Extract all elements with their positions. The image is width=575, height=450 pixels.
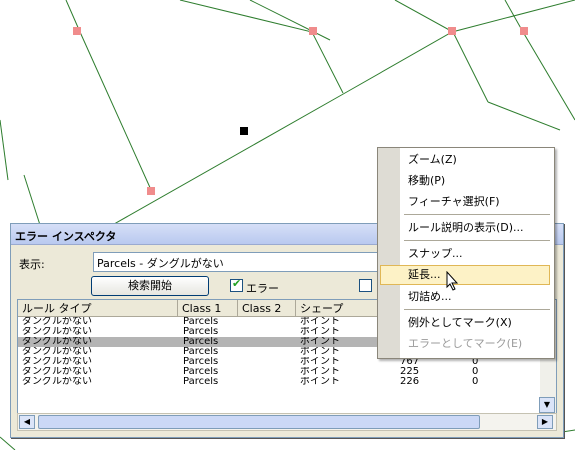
cell-rule: ダングルがない <box>22 317 92 327</box>
cell-class1: Parcels <box>183 317 219 327</box>
search-start-button[interactable]: 検索開始 <box>91 276 209 296</box>
scroll-thumb[interactable] <box>38 415 480 429</box>
cell-value: 0 <box>472 377 479 387</box>
show-dropdown-value: Parcels - ダングルがない <box>97 257 224 270</box>
menu-item-move[interactable]: 移動(P) <box>408 172 445 190</box>
menu-item-zoom[interactable]: ズーム(Z) <box>408 151 457 169</box>
cell-shape: ポイント <box>300 357 340 367</box>
cell-class1: Parcels <box>183 357 219 367</box>
cell-class1: Parcels <box>183 377 219 387</box>
menu-item-extend[interactable]: 延長... <box>408 266 441 284</box>
cell-rule: ダングルがない <box>22 347 92 357</box>
menu-separator <box>404 214 550 215</box>
cell-rule: ダングルがない <box>22 357 92 367</box>
mouse-pointer-icon <box>446 271 459 291</box>
menu-item-rule-description[interactable]: ルール説明の表示(D)... <box>408 219 524 237</box>
errors-checkbox[interactable]: ✔ <box>230 277 243 292</box>
check-mark-icon: ✔ <box>232 277 242 290</box>
cell-id: 225 <box>400 367 420 377</box>
cell-shape: ポイント <box>300 337 340 347</box>
menu-item-snap[interactable]: スナップ... <box>408 245 463 263</box>
exceptions-checkbox[interactable] <box>359 279 372 292</box>
dangle-point[interactable] <box>309 27 317 35</box>
dangle-point[interactable] <box>520 27 528 35</box>
table-row[interactable]: ダングルがない Parcels ポイント 226 0 <box>18 377 540 387</box>
cell-shape: ポイント <box>300 347 340 357</box>
column-header-class1[interactable]: Class 1 <box>178 300 238 317</box>
cell-shape: ポイント <box>300 327 340 337</box>
errors-checkbox-label: エラー <box>246 282 279 295</box>
cell-rule: ダングルがない <box>22 367 92 377</box>
horizontal-scrollbar[interactable]: ◀ ▶ <box>17 413 557 431</box>
scroll-left-button[interactable]: ◀ <box>19 415 35 429</box>
cell-shape: ポイント <box>300 317 340 327</box>
menu-item-highlight <box>380 265 550 285</box>
menu-item-mark-exception[interactable]: 例外としてマーク(X) <box>408 314 512 332</box>
cell-class1: Parcels <box>183 367 219 377</box>
menu-item-select-feature[interactable]: フィーチャ選択(F) <box>408 193 500 211</box>
cell-rule: ダングルがない <box>22 337 92 347</box>
context-menu: ズーム(Z) 移動(P) フィーチャ選択(F) ルール説明の表示(D)... ス… <box>377 147 555 359</box>
cell-rule: ダングルがない <box>22 377 92 387</box>
menu-separator <box>404 309 550 310</box>
cell-class1: Parcels <box>183 337 219 347</box>
menu-separator <box>404 240 550 241</box>
menu-item-trim[interactable]: 切詰め... <box>408 288 452 306</box>
cell-class1: Parcels <box>183 347 219 357</box>
scroll-down-button[interactable]: ▼ <box>539 397 555 413</box>
cell-id: 226 <box>400 377 420 387</box>
scroll-right-button[interactable]: ▶ <box>537 415 553 429</box>
column-header-class2[interactable]: Class 2 <box>238 300 296 317</box>
dangle-point[interactable] <box>73 27 81 35</box>
table-row[interactable]: ダングルがない Parcels ポイント 225 0 <box>18 367 540 377</box>
cell-shape: ポイント <box>300 367 340 377</box>
selected-dangle-point[interactable] <box>240 127 248 135</box>
cell-rule: ダングルがない <box>22 327 92 337</box>
show-dropdown[interactable]: Parcels - ダングルがない <box>93 252 395 272</box>
cell-class1: Parcels <box>183 327 219 337</box>
window-title: エラー インスペクタ <box>15 230 117 243</box>
cell-value: 0 <box>472 367 479 377</box>
cell-shape: ポイント <box>300 377 340 387</box>
column-header-rule-type[interactable]: ルール タイプ <box>18 300 178 317</box>
dangle-point[interactable] <box>448 27 456 35</box>
show-label: 表示: <box>19 258 45 271</box>
menu-item-mark-error: エラーとしてマーク(E) <box>408 337 523 350</box>
menu-icon-strip <box>378 148 400 358</box>
dangle-point[interactable] <box>147 187 155 195</box>
